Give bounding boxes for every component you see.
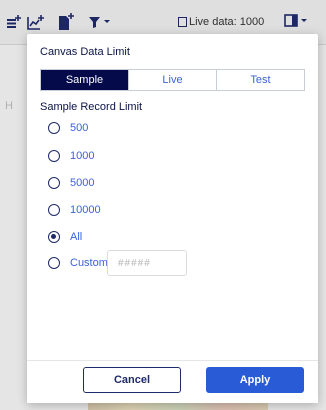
option-custom[interactable]: Custom xyxy=(48,255,108,271)
option-all[interactable]: All xyxy=(48,229,82,245)
option-10000[interactable]: 10000 xyxy=(48,202,101,218)
radio-button[interactable] xyxy=(48,122,60,134)
option-label: 5000 xyxy=(70,177,95,189)
option-5000[interactable]: 5000 xyxy=(48,175,94,191)
cancel-button[interactable]: Cancel xyxy=(83,367,181,393)
canvas-data-limit-dialog: Canvas Data Limit Sample Live Test Sampl… xyxy=(27,34,318,403)
data-source-tabs: Sample Live Test xyxy=(40,69,305,91)
option-label: Custom xyxy=(70,257,108,269)
option-label: 10000 xyxy=(70,204,101,216)
option-1000[interactable]: 1000 xyxy=(48,148,94,164)
option-500[interactable]: 500 xyxy=(48,120,88,136)
tab-sample[interactable]: Sample xyxy=(41,70,129,90)
dialog-title: Canvas Data Limit xyxy=(40,46,130,58)
apply-button[interactable]: Apply xyxy=(206,367,304,393)
dialog-footer: Cancel Apply xyxy=(27,360,318,403)
radio-button-selected[interactable] xyxy=(48,231,60,243)
option-label: 1000 xyxy=(70,150,95,162)
custom-limit-input[interactable] xyxy=(107,250,187,276)
radio-button[interactable] xyxy=(48,204,60,216)
radio-button[interactable] xyxy=(48,150,60,162)
tab-test[interactable]: Test xyxy=(217,70,304,90)
option-label: 500 xyxy=(70,122,89,134)
radio-button[interactable] xyxy=(48,257,60,269)
tab-live[interactable]: Live xyxy=(129,70,217,90)
radio-button[interactable] xyxy=(48,177,60,189)
option-label: All xyxy=(70,231,83,243)
section-label: Sample Record Limit xyxy=(40,101,143,113)
